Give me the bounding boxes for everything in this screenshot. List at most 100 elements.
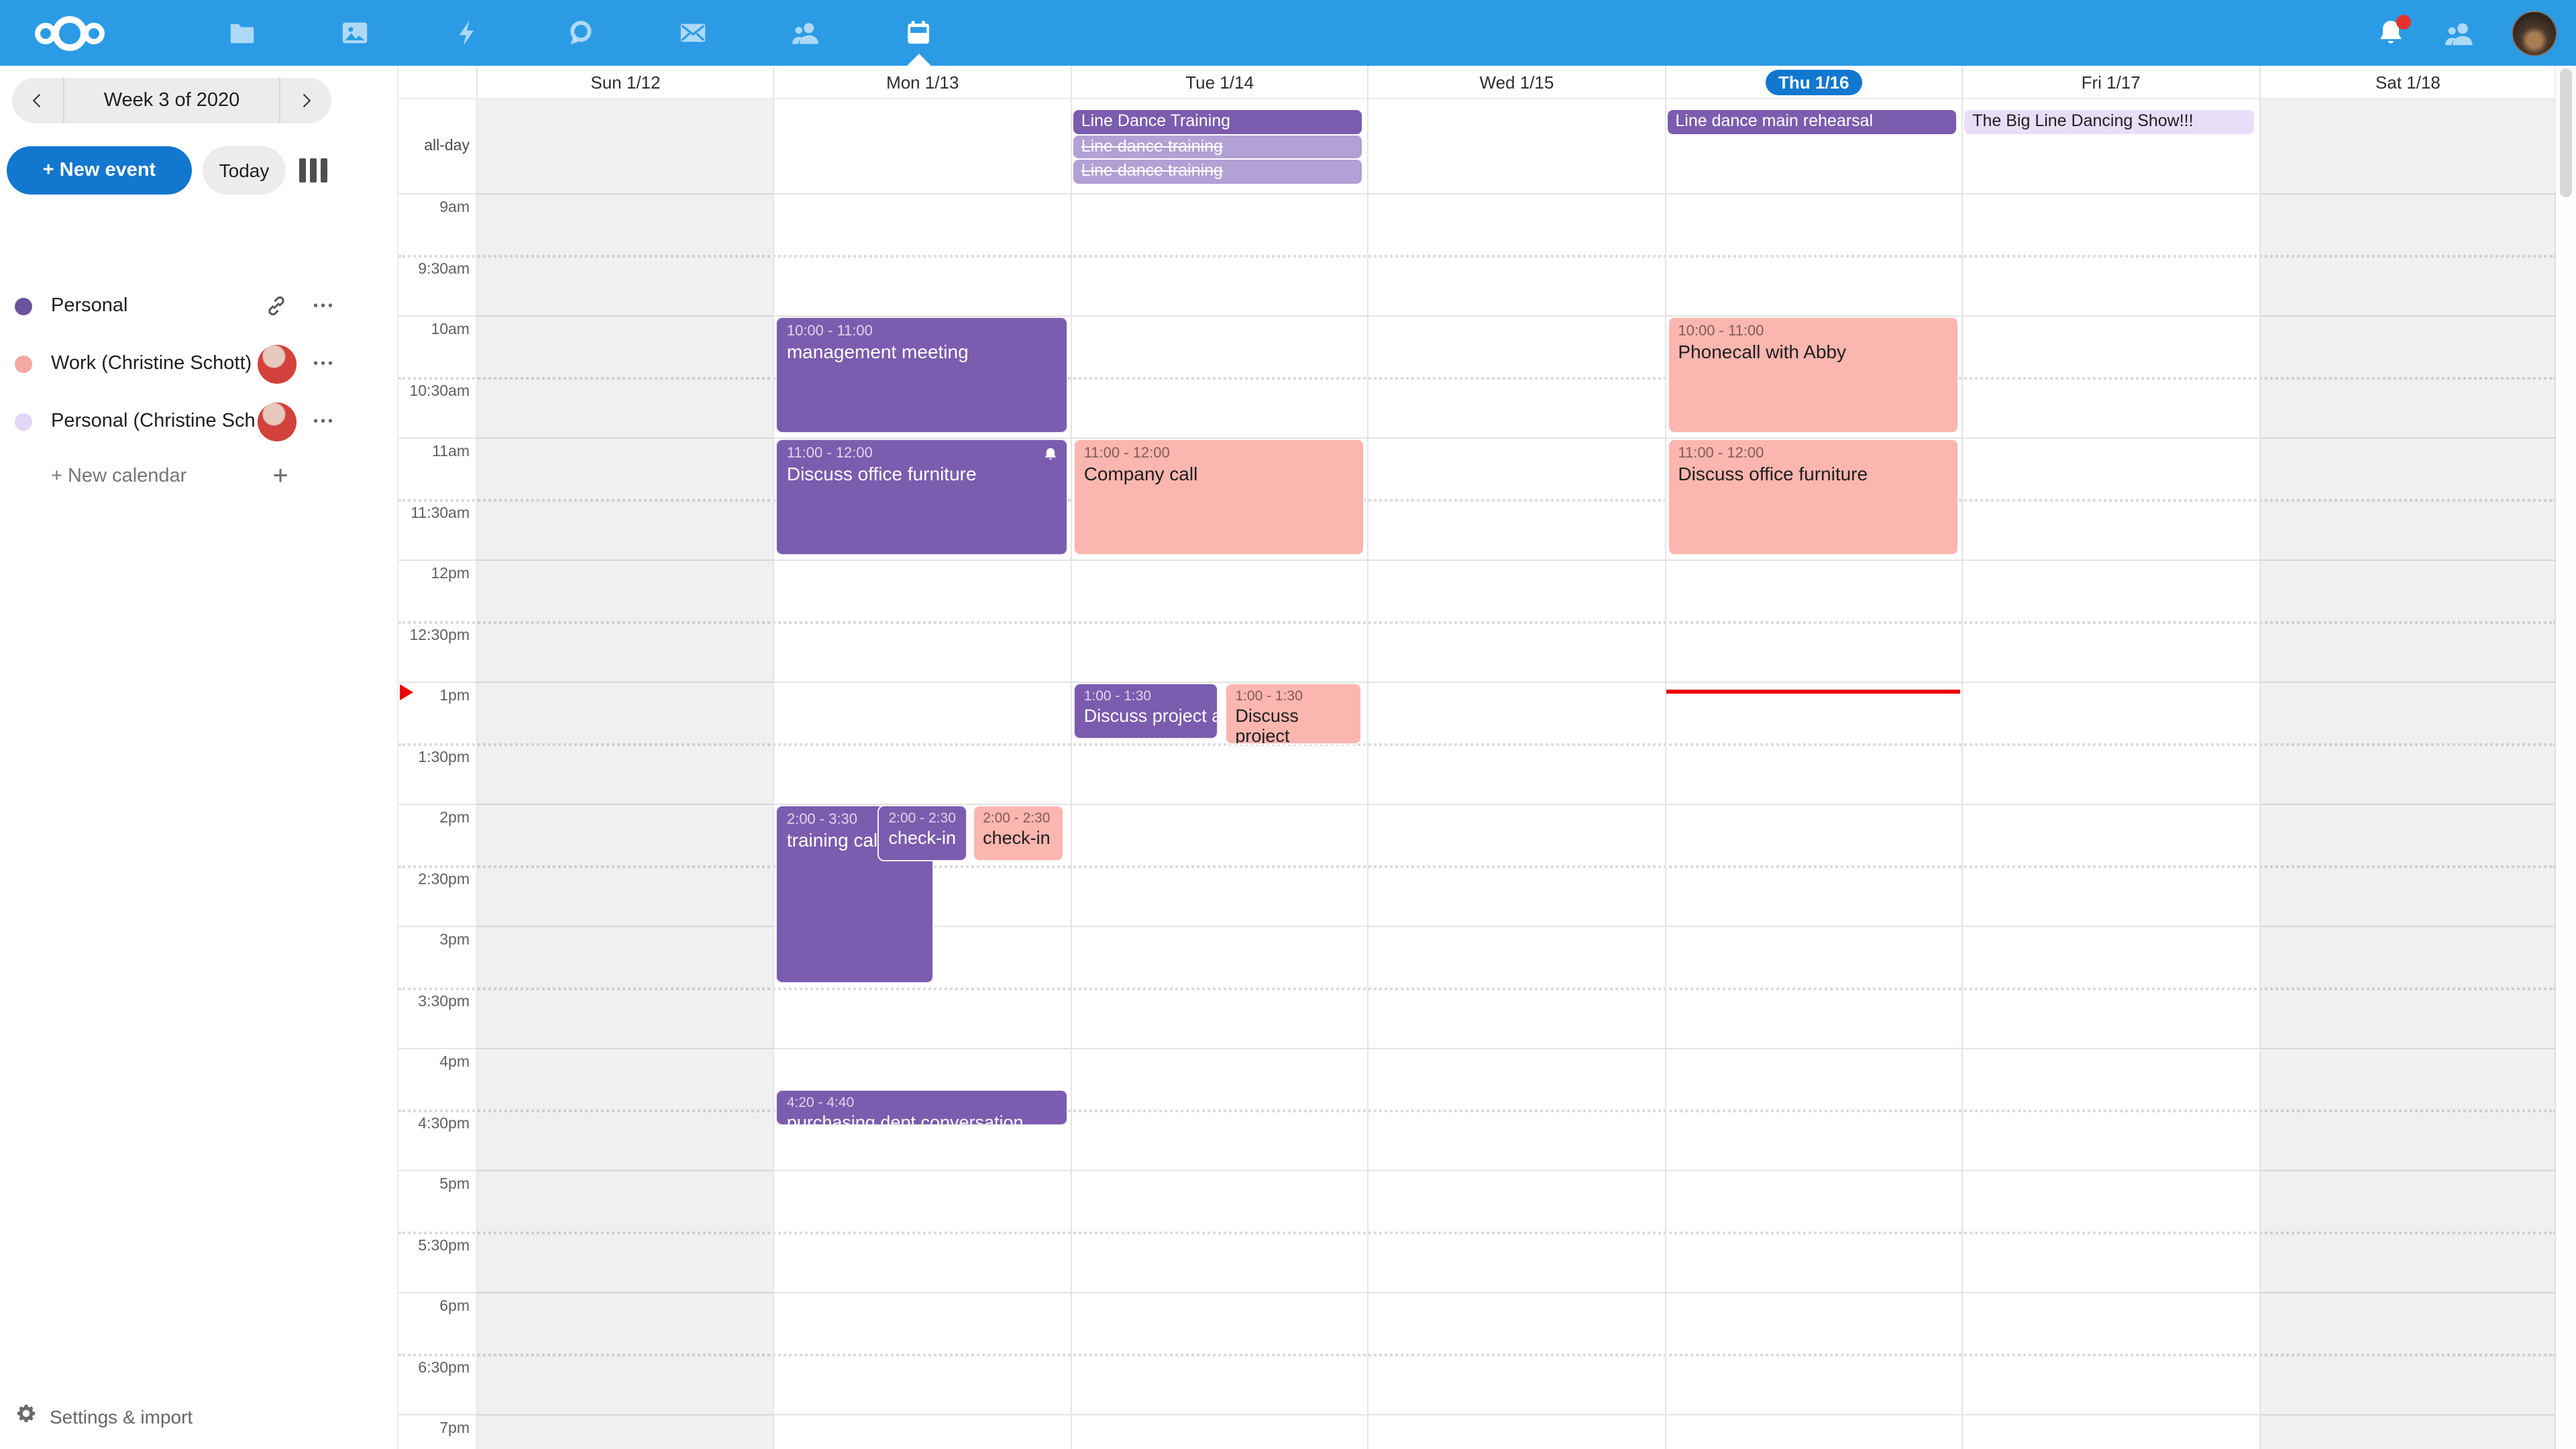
top-header-bar	[0, 0, 2576, 66]
calendar-event[interactable]: 2:00 - 2:30check-in	[972, 804, 1063, 861]
time-axis-label: 9am	[400, 199, 470, 217]
calendar-color-dot[interactable]	[15, 297, 32, 315]
sidebar-calendar-item[interactable]: Work (Christine Schott)•••	[0, 338, 397, 389]
header-right-actions	[2375, 0, 2557, 66]
day-label[interactable]: Sat 1/18	[2375, 72, 2440, 92]
mail-icon[interactable]	[676, 17, 708, 49]
calendar-event[interactable]: 11:00 - 12:00Company call	[1073, 438, 1365, 555]
nextcloud-logo[interactable]	[35, 16, 105, 51]
event-title: management meeting	[787, 340, 1057, 362]
calendar-event[interactable]: 10:00 - 11:00management meeting	[776, 316, 1068, 433]
time-axis-label: 6pm	[400, 1297, 470, 1316]
calendar-event[interactable]: 2:00 - 2:30check-in	[877, 804, 967, 861]
all-day-event[interactable]: The Big Line Dancing Show!!!	[1964, 110, 2253, 133]
day-column[interactable]: 10:00 - 11:00Phonecall with Abby11:00 - …	[1664, 192, 1962, 1449]
plus-icon[interactable]: +	[260, 463, 301, 490]
day-header[interactable]: Sat 1/18	[2259, 66, 2556, 98]
talk-icon[interactable]	[564, 17, 596, 49]
day-header[interactable]: Sun 1/12	[476, 66, 773, 98]
axis-spacer	[398, 66, 476, 98]
day-header[interactable]: Fri 1/17	[1962, 66, 2259, 98]
calendar-event[interactable]: 4:20 - 4:40purchasing dept conversation	[776, 1089, 1068, 1126]
today-button[interactable]: Today	[203, 146, 286, 195]
day-label[interactable]: Sun 1/12	[590, 72, 660, 92]
activity-icon[interactable]	[451, 17, 483, 49]
event-time: 2:00 - 2:30	[888, 810, 956, 827]
calendar-event[interactable]: 10:00 - 11:00Phonecall with Abby	[1667, 316, 1959, 433]
all-day-lane[interactable]: Line dance main rehearsal	[1664, 99, 1962, 192]
event-time: 10:00 - 11:00	[787, 321, 1057, 340]
time-axis: 9am9:30am10am10:30am11am11:30am12pm12:30…	[398, 192, 476, 1449]
notifications-bell-icon[interactable]	[2375, 17, 2407, 49]
previous-week-button[interactable]	[12, 78, 63, 123]
time-grid: 9am9:30am10am10:30am11am11:30am12pm12:30…	[398, 192, 2556, 1449]
all-day-lane[interactable]: The Big Line Dancing Show!!!	[1962, 99, 2259, 192]
week-label[interactable]: Week 3 of 2020	[64, 90, 279, 111]
event-title: Company call	[1084, 462, 1354, 484]
day-column[interactable]	[1368, 192, 1665, 1449]
day-header[interactable]: Tue 1/14	[1071, 66, 1368, 98]
event-title: Discuss project announcement	[1084, 705, 1208, 725]
day-label[interactable]: Wed 1/15	[1480, 72, 1554, 92]
sidebar-calendar-item[interactable]: Personal•••	[0, 280, 397, 331]
calendar-event[interactable]: 1:00 - 1:30Discuss project announcement	[1224, 682, 1362, 744]
day-column[interactable]: 11:00 - 12:00Company call 1:00 - 1:30Disc…	[1071, 192, 1368, 1449]
day-column[interactable]	[1962, 192, 2259, 1449]
all-day-lane[interactable]	[773, 99, 1071, 192]
all-day-row: all-day Line Dance TrainingLine dance tr…	[398, 99, 2556, 192]
event-time: 10:00 - 11:00	[1678, 321, 1948, 340]
all-day-event[interactable]: Line Dance Training	[1073, 110, 1362, 133]
new-calendar-button[interactable]: + New calendar+	[0, 453, 397, 499]
all-day-lane[interactable]	[476, 99, 773, 192]
all-day-event[interactable]: Line dance training	[1073, 135, 1362, 158]
time-axis-label: 5:30pm	[400, 1236, 470, 1255]
calendar-event[interactable]: 1:00 - 1:30Discuss project announcement	[1073, 682, 1219, 739]
day-header[interactable]: Wed 1/15	[1368, 66, 1665, 98]
time-axis-label: 6:30pm	[400, 1358, 470, 1377]
calendar-actions-menu[interactable]: •••	[313, 356, 335, 371]
time-axis-label: 3:30pm	[400, 992, 470, 1011]
photos-icon[interactable]	[338, 17, 370, 49]
calendar-list: Personal••• Work (Christine Schott)••• Per…	[0, 280, 397, 499]
all-day-event[interactable]: Line dance main rehearsal	[1667, 110, 1956, 133]
user-avatar[interactable]	[2512, 10, 2557, 56]
week-view-toggle-icon[interactable]	[299, 158, 327, 182]
spacer	[15, 468, 32, 485]
day-header[interactable]: Thu 1/16	[1664, 66, 1962, 98]
day-column[interactable]	[476, 192, 773, 1449]
contacts-icon[interactable]	[789, 17, 821, 49]
files-icon[interactable]	[225, 17, 258, 49]
today-day-label[interactable]: Thu 1/16	[1765, 69, 1863, 95]
new-event-button[interactable]: + New event	[7, 146, 192, 195]
app-navigation	[225, 0, 934, 66]
next-week-button[interactable]	[280, 78, 331, 123]
calendar-actions-menu[interactable]: •••	[313, 414, 335, 429]
day-label[interactable]: Mon 1/13	[886, 72, 959, 92]
day-label[interactable]: Fri 1/17	[2082, 72, 2141, 92]
settings-and-import[interactable]: Settings & import	[15, 1402, 193, 1432]
day-label[interactable]: Tue 1/14	[1185, 72, 1254, 92]
day-column[interactable]: 10:00 - 11:00management meeting11:00 - 1…	[773, 192, 1071, 1449]
time-axis-label: 9:30am	[400, 260, 470, 278]
calendar-event[interactable]: 11:00 - 12:00Discuss office furniture	[776, 438, 1068, 555]
time-axis-label: 1:30pm	[400, 748, 470, 767]
all-day-lane[interactable]	[2259, 99, 2556, 192]
calendar-actions-menu[interactable]: •••	[313, 299, 335, 313]
all-day-lane[interactable]: Line Dance TrainingLine dance trainingLi…	[1071, 99, 1368, 192]
day-header[interactable]: Mon 1/13	[773, 66, 1071, 98]
time-axis-label: 11:30am	[400, 504, 470, 523]
share-link-icon[interactable]	[257, 294, 297, 318]
calendar-event[interactable]: 11:00 - 12:00Discuss office furniture	[1667, 438, 1959, 555]
event-title: Discuss office furniture	[1678, 462, 1948, 484]
all-day-event[interactable]: Line dance training	[1073, 160, 1362, 183]
contacts-menu-icon[interactable]	[2443, 17, 2475, 49]
calendar-color-dot[interactable]	[15, 413, 32, 430]
sidebar-calendar-item[interactable]: Personal (Christine Scho…•••	[0, 396, 397, 447]
vertical-scrollbar	[2555, 66, 2576, 1449]
scrollbar-thumb[interactable]	[2560, 68, 2572, 197]
calendar-color-dot[interactable]	[15, 355, 32, 372]
calendar-icon[interactable]	[902, 17, 934, 49]
day-column[interactable]	[2259, 192, 2556, 1449]
reminder-bell-icon	[1042, 445, 1059, 469]
all-day-lane[interactable]	[1368, 99, 1665, 192]
